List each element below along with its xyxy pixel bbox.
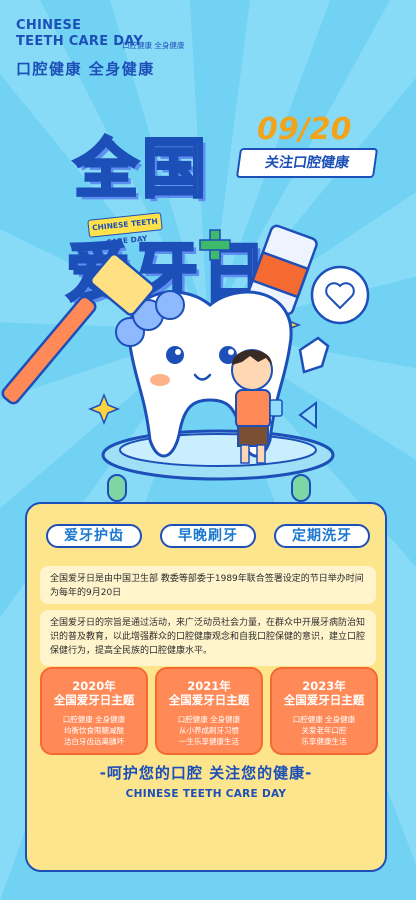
year-theme-title: 全国爱牙日主题	[168, 693, 250, 707]
year-theme-2020: 2020年 全国爱牙日主题 口腔健康 全身健康 均衡饮食限糖减酸 洁白牙齿远离龋…	[40, 667, 148, 755]
tag-pill-brush: 早晚刷牙	[160, 524, 256, 548]
year-theme-line: 洁白牙齿远离龋坏	[64, 737, 124, 746]
year-theme-line: 均衡饮食限糖减酸	[64, 726, 124, 735]
year-theme-line: 关爱老年口腔	[301, 726, 347, 735]
year-theme-line: 乐享健康生活	[301, 737, 347, 746]
hero-subtitle: 关注口腔健康	[235, 148, 379, 178]
year-theme-line: 口腔健康 全身健康	[177, 715, 241, 724]
plus-icon	[199, 229, 231, 261]
year-label: 2021年	[187, 679, 231, 693]
year-label: 2020年	[72, 679, 116, 693]
sparkle-icon	[87, 392, 121, 426]
tooth-illustration	[1, 224, 370, 502]
year-theme-title: 全国爱牙日主题	[283, 693, 365, 707]
year-theme-2021: 2021年 全国爱牙日主题 口腔健康 全身健康 从小养成刷牙习惯 一生乐享健康生…	[155, 667, 263, 755]
year-theme-line: 口腔健康 全身健康	[62, 715, 126, 724]
year-label: 2023年	[302, 679, 346, 693]
tag-pill-clean: 定期洗牙	[274, 524, 370, 548]
heart-bubble-icon	[310, 265, 370, 325]
purpose-paragraph: 全国爱牙日的宗旨是通过活动，来广泛动员社会力量，在群众中开展牙病防治知识的普及教…	[40, 610, 376, 666]
hero-date: 09/20	[257, 112, 352, 147]
year-theme-title: 全国爱牙日主题	[53, 693, 135, 707]
intro-paragraph: 全国爱牙日是由中国卫生部 教委等部委于1989年联合签署设定的节日举办时间为每年…	[40, 566, 376, 604]
header-slogan: 口腔健康 全身健康	[16, 60, 155, 78]
arrow-icon	[298, 401, 317, 429]
thumbs-up-icon	[298, 336, 330, 374]
year-theme-line: 口腔健康 全身健康	[292, 715, 356, 724]
header-small-tag: 口腔健康 全身健康	[122, 41, 185, 50]
header-en-line1: CHINESE	[16, 18, 82, 33]
footer-slogan: -呵护您的口腔 关注您的健康-	[99, 764, 313, 782]
year-theme-line: 一生乐享健康生活	[179, 737, 239, 746]
tag-pill-care: 爱牙护齿	[46, 524, 142, 548]
year-theme-2023: 2023年 全国爱牙日主题 口腔健康 全身健康 关爱老年口腔 乐享健康生活	[270, 667, 378, 755]
year-theme-line: 从小养成刷牙习惯	[179, 726, 239, 735]
footer-en: CHINESE TEETH CARE DAY	[125, 788, 287, 800]
